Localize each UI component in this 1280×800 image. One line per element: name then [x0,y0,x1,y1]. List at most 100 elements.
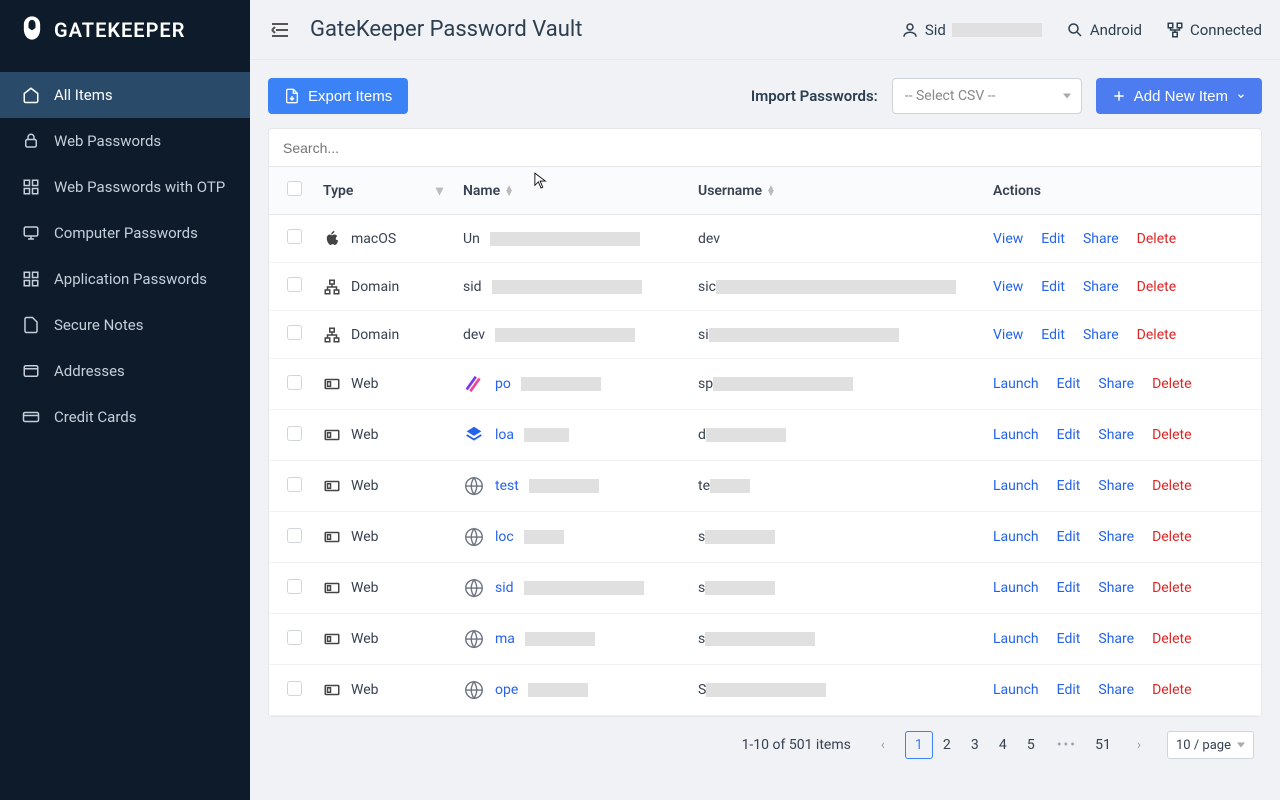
edit-action[interactable]: Edit [1057,580,1081,596]
plus-icon [1112,89,1126,103]
row-checkbox[interactable] [287,681,302,696]
row-checkbox[interactable] [287,277,302,292]
row-checkbox[interactable] [287,325,302,340]
page-size-select[interactable]: 10 / page [1167,731,1254,759]
col-username[interactable]: Username▲▼ [688,167,983,215]
item-name[interactable]: loc [495,529,514,545]
share-action[interactable]: Share [1083,279,1119,295]
add-new-item-button[interactable]: Add New Item [1096,78,1262,114]
next-page-button[interactable]: › [1125,731,1153,759]
delete-action[interactable]: Delete [1137,231,1176,247]
share-action[interactable]: Share [1098,631,1134,647]
delete-action[interactable]: Delete [1137,327,1176,343]
view-action[interactable]: View [993,279,1023,295]
sidebar-item-secure-notes[interactable]: Secure Notes [0,302,250,348]
share-action[interactable]: Share [1098,529,1134,545]
sidebar-item-web-passwords[interactable]: Web Passwords [0,118,250,164]
favicon [463,526,485,548]
edit-action[interactable]: Edit [1057,478,1081,494]
items-table: Type ▾ Name▲▼ Username▲▼ Actions macOSUn… [269,167,1261,716]
page-3-button[interactable]: 3 [961,731,989,759]
item-name[interactable]: po [495,376,511,392]
edit-action[interactable]: Edit [1041,279,1065,295]
edit-action[interactable]: Edit [1057,427,1081,443]
edit-action[interactable]: Edit [1057,682,1081,698]
delete-action[interactable]: Delete [1152,580,1191,596]
header-user[interactable]: Sid [901,21,1042,39]
share-action[interactable]: Share [1098,580,1134,596]
pagination-ellipsis: ••• [1053,737,1081,753]
select-csv-dropdown[interactable]: -- Select CSV -- [892,78,1082,114]
item-name[interactable]: ope [495,682,518,698]
row-checkbox[interactable] [287,528,302,543]
share-action[interactable]: Share [1098,478,1134,494]
edit-action[interactable]: Edit [1057,631,1081,647]
last-page-button[interactable]: 51 [1089,731,1117,759]
edit-action[interactable]: Edit [1041,231,1065,247]
sidebar-item-all-items[interactable]: All Items [0,72,250,118]
launch-action[interactable]: Launch [993,427,1039,443]
header-status[interactable]: Connected [1166,21,1262,39]
view-action[interactable]: View [993,231,1023,247]
share-action[interactable]: Share [1083,327,1119,343]
brand-logo: GATEKEEPER [0,0,250,60]
page-4-button[interactable]: 4 [989,731,1017,759]
delete-action[interactable]: Delete [1152,631,1191,647]
row-checkbox[interactable] [287,630,302,645]
select-all-checkbox[interactable] [287,181,302,196]
sidebar-item-application-passwords[interactable]: Application Passwords [0,256,250,302]
col-type[interactable]: Type ▾ [313,167,453,215]
launch-action[interactable]: Launch [993,631,1039,647]
nav-icon [22,86,40,104]
page-2-button[interactable]: 2 [933,731,961,759]
row-checkbox[interactable] [287,426,302,441]
export-items-button[interactable]: Export Items [268,78,408,114]
sidebar-item-computer-passwords[interactable]: Computer Passwords [0,210,250,256]
delete-action[interactable]: Delete [1137,279,1176,295]
share-action[interactable]: Share [1098,682,1134,698]
item-name[interactable]: test [495,478,519,494]
pagination-summary: 1-10 of 501 items [742,737,851,753]
launch-action[interactable]: Launch [993,580,1039,596]
page-5-button[interactable]: 5 [1017,731,1045,759]
item-name[interactable]: sid [495,580,514,596]
header-platform[interactable]: Android [1066,21,1142,39]
view-action[interactable]: View [993,327,1023,343]
type-label: Domain [351,327,399,343]
item-name[interactable]: ma [495,631,515,647]
row-checkbox[interactable] [287,375,302,390]
item-name: sid [463,279,482,295]
web-icon [323,426,341,444]
col-name[interactable]: Name▲▼ [453,167,688,215]
item-name[interactable]: loa [495,427,514,443]
delete-action[interactable]: Delete [1152,427,1191,443]
page-title: GateKeeper Password Vault [310,17,901,42]
delete-action[interactable]: Delete [1152,682,1191,698]
launch-action[interactable]: Launch [993,529,1039,545]
row-checkbox[interactable] [287,229,302,244]
delete-action[interactable]: Delete [1152,376,1191,392]
filter-icon[interactable]: ▾ [436,183,443,199]
share-action[interactable]: Share [1098,376,1134,392]
search-input[interactable] [269,129,1261,167]
page-1-button[interactable]: 1 [905,731,933,759]
launch-action[interactable]: Launch [993,478,1039,494]
edit-action[interactable]: Edit [1057,529,1081,545]
delete-action[interactable]: Delete [1152,529,1191,545]
share-action[interactable]: Share [1083,231,1119,247]
edit-action[interactable]: Edit [1041,327,1065,343]
launch-action[interactable]: Launch [993,682,1039,698]
launch-action[interactable]: Launch [993,376,1039,392]
table-row: WebmasLaunchEditShareDelete [269,614,1261,665]
sidebar-item-web-passwords-with-otp[interactable]: Web Passwords with OTP [0,164,250,210]
prev-page-button[interactable]: ‹ [869,731,897,759]
sidebar-item-addresses[interactable]: Addresses [0,348,250,394]
row-checkbox[interactable] [287,477,302,492]
delete-action[interactable]: Delete [1152,478,1191,494]
item-name: dev [463,327,485,343]
row-checkbox[interactable] [287,579,302,594]
sidebar-item-credit-cards[interactable]: Credit Cards [0,394,250,440]
edit-action[interactable]: Edit [1057,376,1081,392]
share-action[interactable]: Share [1098,427,1134,443]
menu-toggle-icon[interactable] [268,18,292,42]
